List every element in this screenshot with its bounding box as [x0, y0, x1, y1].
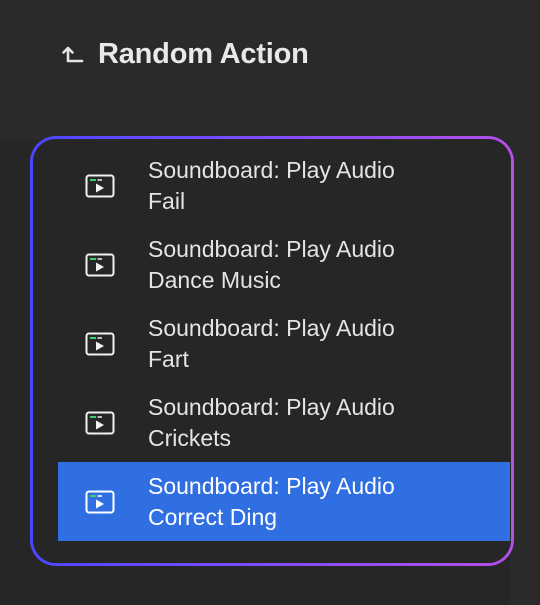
list-item-title: Soundboard: Play Audio: [148, 235, 395, 262]
list-item[interactable]: Soundboard: Play Audio Fail: [58, 146, 510, 225]
play-window-icon: [85, 332, 115, 356]
list-item-title: Soundboard: Play Audio: [148, 472, 395, 499]
list-item-label: Soundboard: Play Audio Fail: [148, 155, 500, 217]
left-gutter: [0, 140, 58, 605]
list-item-subtitle: Crickets: [148, 424, 232, 451]
list-item-subtitle: Fart: [148, 345, 189, 372]
list-item-title: Soundboard: Play Audio: [148, 314, 395, 341]
list-item-subtitle: Dance Music: [148, 266, 281, 293]
play-window-icon: [85, 174, 115, 198]
play-window-icon: [85, 411, 115, 435]
list-item-title: Soundboard: Play Audio: [148, 393, 395, 420]
list-item-title: Soundboard: Play Audio: [148, 156, 395, 183]
list-item-label: Soundboard: Play Audio Fart: [148, 313, 500, 375]
header: Random Action: [60, 32, 309, 76]
list-item-selected[interactable]: Soundboard: Play Audio Correct Ding: [58, 462, 510, 541]
list-item-label: Soundboard: Play Audio Dance Music: [148, 234, 500, 296]
list-item-subtitle: Fail: [148, 187, 186, 214]
play-window-icon: [85, 253, 115, 277]
list-item[interactable]: Soundboard: Play Audio Dance Music: [58, 225, 510, 304]
action-list: Soundboard: Play Audio Fail Soundboard: …: [58, 146, 510, 541]
list-item[interactable]: Soundboard: Play Audio Crickets: [58, 383, 510, 462]
play-window-icon: [85, 490, 115, 514]
return-up-arrow-icon[interactable]: [60, 41, 86, 67]
list-item[interactable]: Soundboard: Play Audio Fart: [58, 304, 510, 383]
list-item-subtitle: Correct Ding: [148, 503, 278, 530]
page-title: Random Action: [98, 37, 309, 70]
list-item-label: Soundboard: Play Audio Correct Ding: [148, 471, 500, 533]
list-item-label: Soundboard: Play Audio Crickets: [148, 392, 500, 454]
